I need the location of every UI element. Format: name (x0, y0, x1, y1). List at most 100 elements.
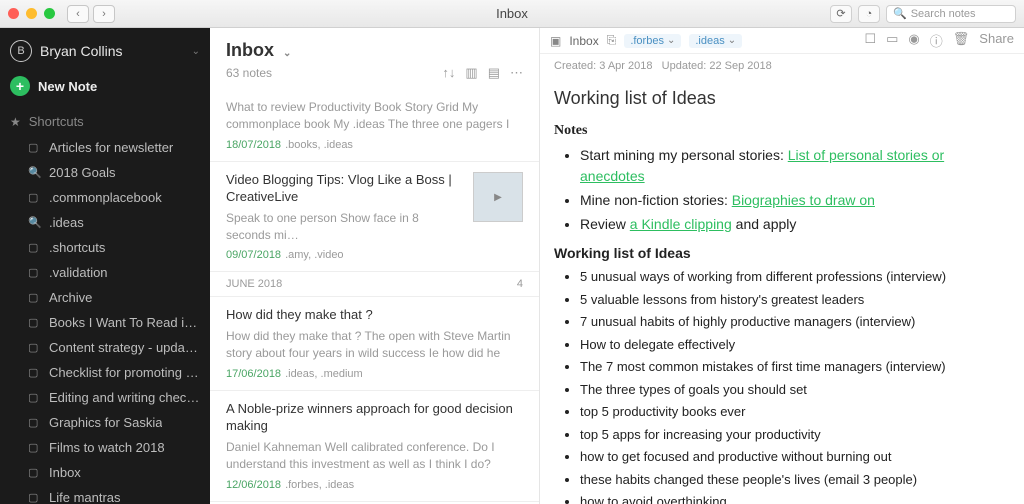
note-icon: ▢ (28, 141, 41, 154)
sidebar-item-label: .validation (49, 265, 108, 280)
sidebar-item[interactable]: ▢ Articles for newsletter (0, 135, 210, 160)
profile-name: Bryan Collins (40, 43, 184, 59)
sidebar-item-label: .shortcuts (49, 240, 105, 255)
sidebar-item-label: Archive (49, 290, 92, 305)
sidebar-item[interactable]: ▢Life mantras (0, 485, 210, 504)
avatar-icon: B (10, 40, 32, 62)
back-button[interactable]: ‹ (67, 5, 89, 23)
sync-icon[interactable]: ⟳ (830, 5, 852, 23)
new-note-label: New Note (38, 79, 97, 94)
note-item-title: Video Blogging Tips: Vlog Like a Boss | … (226, 172, 463, 206)
sidebar-item[interactable]: ▢ Editing and writing checklist for… (0, 385, 210, 410)
breadcrumb-notebook[interactable]: Inbox (569, 34, 598, 48)
search-placeholder: Search notes (911, 8, 976, 20)
note-item[interactable]: What to review Productivity Book Story G… (210, 89, 539, 162)
note-item-tags: .amy, .video (285, 249, 344, 261)
search-icon: 🔍 (28, 166, 41, 179)
close-window-icon[interactable] (8, 8, 19, 19)
search-input[interactable]: 🔍 Search notes (886, 5, 1016, 23)
note-item-date: 18/07/2018 (226, 139, 281, 151)
sidebar-item[interactable]: 🔍.ideas (0, 210, 210, 235)
tag-pill[interactable]: .forbes⌄ (624, 34, 681, 48)
list-item: how to get focused and productive withou… (580, 447, 1010, 467)
reminder-icon[interactable]: ☐ (864, 31, 876, 50)
notelist-title[interactable]: Inbox ⌄ (226, 40, 291, 61)
star-icon: ★ (10, 115, 21, 129)
sort-icon[interactable]: ↑↓ (442, 65, 455, 81)
list-item: Review a Kindle clipping and apply (580, 214, 1010, 235)
list-item: How to delegate effectively (580, 335, 1010, 355)
note-link[interactable]: List of personal stories or anecdotes (580, 147, 944, 184)
list-item: Mine non-fiction stories: Biographies to… (580, 190, 1010, 211)
note-icon: ▢ (28, 241, 41, 254)
more-icon[interactable]: ⋯ (510, 65, 523, 81)
note-body[interactable]: Working list of Ideas Notes Start mining… (540, 78, 1024, 504)
shortcuts-header[interactable]: ★ Shortcuts (0, 108, 210, 135)
trash-icon[interactable]: 🗑 (953, 31, 970, 50)
note-count: 63 notes (226, 66, 442, 80)
profile-row[interactable]: B Bryan Collins ⌄ (0, 28, 210, 72)
sidebar-item[interactable]: ▢Graphics for Saskia (0, 410, 210, 435)
chevron-down-icon: ⌄ (192, 46, 200, 57)
editor-toolbar: ▣ Inbox ⎘ .forbes⌄ .ideas⌄ ☐ ▭ ◉ ⓘ 🗑 Sha… (540, 28, 1024, 54)
note-link[interactable]: Biographies to draw on (732, 192, 875, 208)
sidebar-item[interactable]: ▢.commonplacebook (0, 185, 210, 210)
note-thumbnail: ▶ (473, 172, 523, 222)
note-item-tags: .ideas, .medium (285, 368, 363, 380)
note-icon: ▢ (28, 466, 41, 479)
section-header: Working list of Ideas (554, 245, 1010, 261)
sidebar-item-label: .ideas (49, 215, 84, 230)
view-list-icon[interactable]: ▥ (465, 65, 477, 81)
section-header: Notes (554, 123, 1010, 139)
forward-button[interactable]: › (93, 5, 115, 23)
sidebar-item-label: Articles for newsletter (49, 140, 173, 155)
notebook-icon: ▣ (550, 34, 561, 48)
list-item: The 7 most common mistakes of first time… (580, 357, 1010, 377)
activity-icon[interactable]: ◔ (858, 5, 880, 23)
note-item-date: 12/06/2018 (226, 479, 281, 491)
sidebar-item-label: Books I Want To Read in 2018 (49, 315, 200, 330)
annotate-icon[interactable]: ◉ (908, 31, 919, 50)
editor-pane: ▣ Inbox ⎘ .forbes⌄ .ideas⌄ ☐ ▭ ◉ ⓘ 🗑 Sha… (540, 28, 1024, 504)
note-link[interactable]: a Kindle clipping (630, 216, 732, 232)
note-item-tags: .forbes, .ideas (285, 479, 354, 491)
sidebar-item-label: 2018 Goals (49, 165, 116, 180)
minimize-window-icon[interactable] (26, 8, 37, 19)
new-note-button[interactable]: + New Note (10, 76, 200, 96)
sidebar-item[interactable]: ▢.validation (0, 260, 210, 285)
sidebar-item[interactable]: ▢Books I Want To Read in 2018 (0, 310, 210, 335)
note-item[interactable]: A Noble-prize winners approach for good … (210, 391, 539, 502)
note-item-date: 09/07/2018 (226, 249, 281, 261)
sidebar-item[interactable]: ▢Content strategy - updated Marc… (0, 335, 210, 360)
sidebar-item[interactable]: ▢ .shortcuts (0, 235, 210, 260)
note-icon: ▢ (28, 191, 41, 204)
tag-pill[interactable]: .ideas⌄ (689, 34, 742, 48)
sidebar-item[interactable]: ▢ Films to watch 2018 (0, 435, 210, 460)
list-item: these habits changed these people's live… (580, 470, 1010, 490)
sidebar-item[interactable]: 🔍 2018 Goals (0, 160, 210, 185)
sidebar-item[interactable]: ▢Checklist for promoting new blo… (0, 360, 210, 385)
note-icon: ▢ (28, 391, 41, 404)
note-icon: ▢ (28, 441, 41, 454)
note-list: Inbox ⌄ 63 notes ↑↓ ▥ ▤ ⋯ What to review… (210, 28, 540, 504)
sidebar-item[interactable]: ▢ Inbox (0, 460, 210, 485)
note-item-date: 17/06/2018 (226, 368, 281, 380)
note-item-title: A Noble-prize winners approach for good … (226, 401, 523, 435)
sidebar-item-label: Films to watch 2018 (49, 440, 165, 455)
note-item[interactable]: How did they make that ? How did they mak… (210, 297, 539, 391)
list-item: 5 valuable lessons from history's greate… (580, 290, 1010, 310)
sidebar-item[interactable]: ▢Archive (0, 285, 210, 310)
sidebar-item-label: Content strategy - updated Marc… (49, 340, 200, 355)
note-item-snippet: How did they make that ? The open with S… (226, 328, 523, 362)
share-button[interactable]: Share (979, 31, 1014, 50)
note-item[interactable]: Video Blogging Tips: Vlog Like a Boss | … (210, 162, 539, 272)
maximize-window-icon[interactable] (44, 8, 55, 19)
sidebar-item-label: Inbox (49, 465, 81, 480)
sidebar-item-label: Life mantras (49, 490, 121, 504)
present-icon[interactable]: ▭ (886, 31, 898, 50)
note-icon: ▢ (28, 416, 41, 429)
info-icon[interactable]: ⓘ (930, 31, 943, 50)
note-item-title: How did they make that ? (226, 307, 523, 324)
sidebar-item-label: Editing and writing checklist for… (49, 390, 200, 405)
view-card-icon[interactable]: ▤ (488, 65, 500, 81)
